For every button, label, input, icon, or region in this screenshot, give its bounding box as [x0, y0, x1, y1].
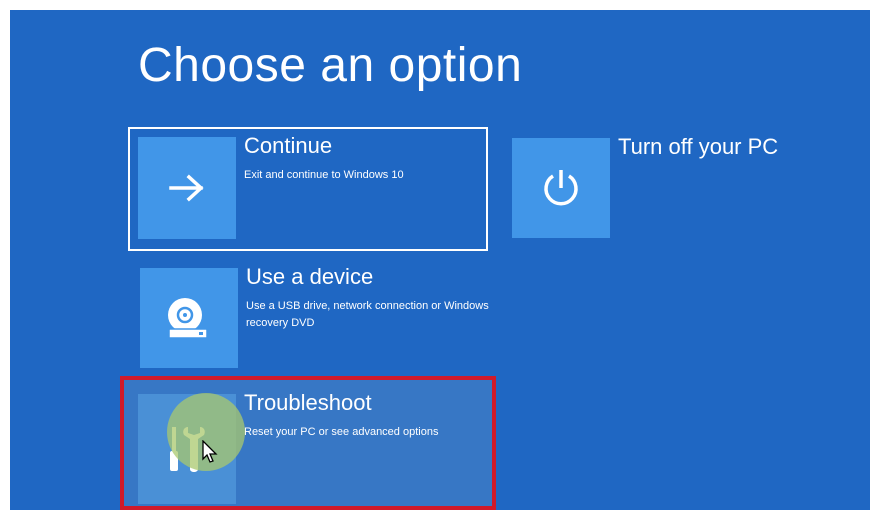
- turn-off-option[interactable]: Turn off your PC: [502, 130, 802, 250]
- use-device-option[interactable]: Use a device Use a USB drive, network co…: [130, 258, 490, 378]
- arrow-right-icon: [169, 174, 204, 202]
- use-device-tile[interactable]: [140, 268, 238, 368]
- continue-label: Continue: [244, 133, 333, 158]
- use-device-description: Use a USB drive, network connection or W…: [246, 300, 489, 329]
- recovery-screen: Choose an option Continue Exit and conti…: [10, 10, 870, 510]
- use-device-label: Use a device: [246, 264, 374, 289]
- turn-off-tile[interactable]: [512, 138, 610, 238]
- continue-option[interactable]: Continue Exit and continue to Windows 10: [128, 127, 488, 251]
- page-title: Choose an option: [138, 39, 523, 92]
- power-icon: [544, 170, 578, 206]
- continue-description: Exit and continue to Windows 10: [244, 169, 404, 181]
- turn-off-label: Turn off your PC: [618, 134, 779, 159]
- troubleshoot-description: Reset your PC or see advanced options: [244, 426, 439, 438]
- mouse-pointer-icon: [202, 440, 218, 463]
- disc-drive-icon: [168, 298, 208, 339]
- troubleshoot-label: Troubleshoot: [244, 390, 372, 415]
- continue-tile[interactable]: [138, 137, 236, 239]
